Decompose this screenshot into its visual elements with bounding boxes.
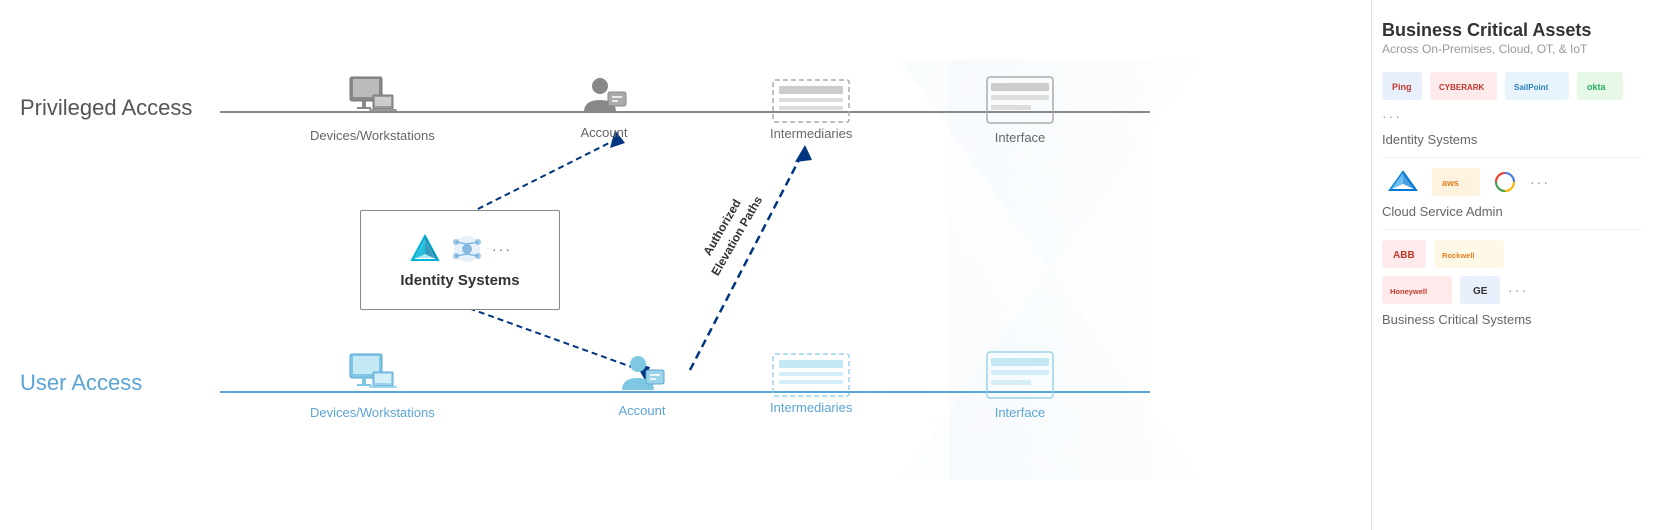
arrows-overlay <box>0 0 1371 530</box>
user-intermediaries-label: Intermediaries <box>770 400 852 415</box>
user-intermediaries-node: Intermediaries <box>770 352 852 415</box>
intermediary-icon-user <box>771 352 851 398</box>
background-x-decoration <box>0 0 1371 530</box>
privileged-account-label: Account <box>581 125 628 140</box>
privileged-access-label: Privileged Access <box>20 95 192 121</box>
user-interface-node: Interface <box>985 350 1055 420</box>
panel-title: Business Critical Assets Across On-Premi… <box>1382 20 1641 62</box>
privileged-interface-node: Interface <box>985 75 1055 145</box>
svg-text:Ping: Ping <box>1392 82 1412 92</box>
right-panel: Business Critical Assets Across On-Premi… <box>1371 0 1661 530</box>
svg-text:ABB: ABB <box>1393 250 1415 261</box>
user-account-node: Account <box>618 350 666 418</box>
main-container: Privileged Access User Access <box>0 0 1661 530</box>
identity-box-dots: ··· <box>492 241 512 257</box>
user-access-label: User Access <box>20 370 142 396</box>
svg-text:SailPoint: SailPoint <box>1514 83 1549 92</box>
interface-icon-user <box>985 350 1055 400</box>
identity-more-dots: ··· <box>1382 108 1402 124</box>
okta-logo: okta <box>1577 72 1623 100</box>
cloud-logos: aws ··· <box>1382 168 1641 196</box>
privileged-interface-label: Interface <box>995 130 1046 145</box>
user-devices-label: Devices/Workstations <box>310 405 435 420</box>
business-group-label: Business Critical Systems <box>1382 312 1641 327</box>
identity-systems-box: ··· Identity Systems <box>360 210 560 310</box>
workstation-icon-privileged <box>345 75 399 123</box>
azure-ad-icon <box>408 232 442 266</box>
azure-logo <box>1382 168 1424 196</box>
abb-logo: ABB <box>1382 240 1426 268</box>
user-account-label: Account <box>619 403 666 418</box>
intermediary-icon-privileged <box>771 78 851 124</box>
business-logos-2: Honeywell GE ··· <box>1382 276 1641 304</box>
ping-logo: Ping <box>1382 72 1422 100</box>
svg-text:aws: aws <box>1442 178 1459 188</box>
business-critical-subtitle: Across On-Premises, Cloud, OT, & IoT <box>1382 42 1641 56</box>
cloud-admin-group: aws ··· Cloud Service Admin <box>1382 168 1641 230</box>
elevation-paths-label: AuthorizedElevation Paths <box>693 185 767 279</box>
user-interface-label: Interface <box>995 405 1046 420</box>
interface-icon-privileged <box>985 75 1055 125</box>
ge-logo: GE <box>1460 276 1500 304</box>
svg-text:GE: GE <box>1473 286 1488 297</box>
business-more-dots: ··· <box>1508 282 1528 298</box>
svg-text:okta: okta <box>1587 82 1607 92</box>
cloud-group-label: Cloud Service Admin <box>1382 204 1641 219</box>
identity-box-icons: ··· <box>408 232 512 266</box>
identity-systems-group: Ping CYBERARK SailPoint <box>1382 72 1641 158</box>
identity-grid-icon <box>450 232 484 266</box>
honeywell-logo: Honeywell <box>1382 276 1452 304</box>
account-icon-user <box>618 350 666 398</box>
diagram-area: Privileged Access User Access <box>0 0 1371 530</box>
gcp-logo <box>1488 168 1522 196</box>
business-logos: ABB Rockwell <box>1382 240 1641 268</box>
identity-group-label: Identity Systems <box>1382 132 1641 147</box>
rockwell-logo: Rockwell <box>1434 240 1504 268</box>
aws-logo: aws <box>1432 168 1480 196</box>
sailpoint-logo: SailPoint <box>1505 72 1569 100</box>
privileged-devices-node: Devices/Workstations <box>310 75 435 143</box>
account-icon-privileged <box>580 72 628 120</box>
identity-logos: Ping CYBERARK SailPoint <box>1382 72 1641 124</box>
user-devices-node: Devices/Workstations <box>310 352 435 420</box>
business-critical-title: Business Critical Assets <box>1382 20 1641 42</box>
privileged-account-node: Account <box>580 72 628 140</box>
privileged-intermediaries-node: Intermediaries <box>770 78 852 141</box>
svg-text:Honeywell: Honeywell <box>1390 287 1427 296</box>
privileged-intermediaries-label: Intermediaries <box>770 126 852 141</box>
svg-text:CYBERARK: CYBERARK <box>1439 83 1485 92</box>
workstation-icon-user <box>345 352 399 400</box>
identity-box-label: Identity Systems <box>400 272 519 289</box>
cyberark-logo: CYBERARK <box>1430 72 1497 100</box>
business-critical-group: ABB Rockwell Honeywell <box>1382 240 1641 337</box>
svg-text:Rockwell: Rockwell <box>1442 251 1475 260</box>
cloud-more-dots: ··· <box>1530 174 1550 190</box>
privileged-devices-label: Devices/Workstations <box>310 128 435 143</box>
